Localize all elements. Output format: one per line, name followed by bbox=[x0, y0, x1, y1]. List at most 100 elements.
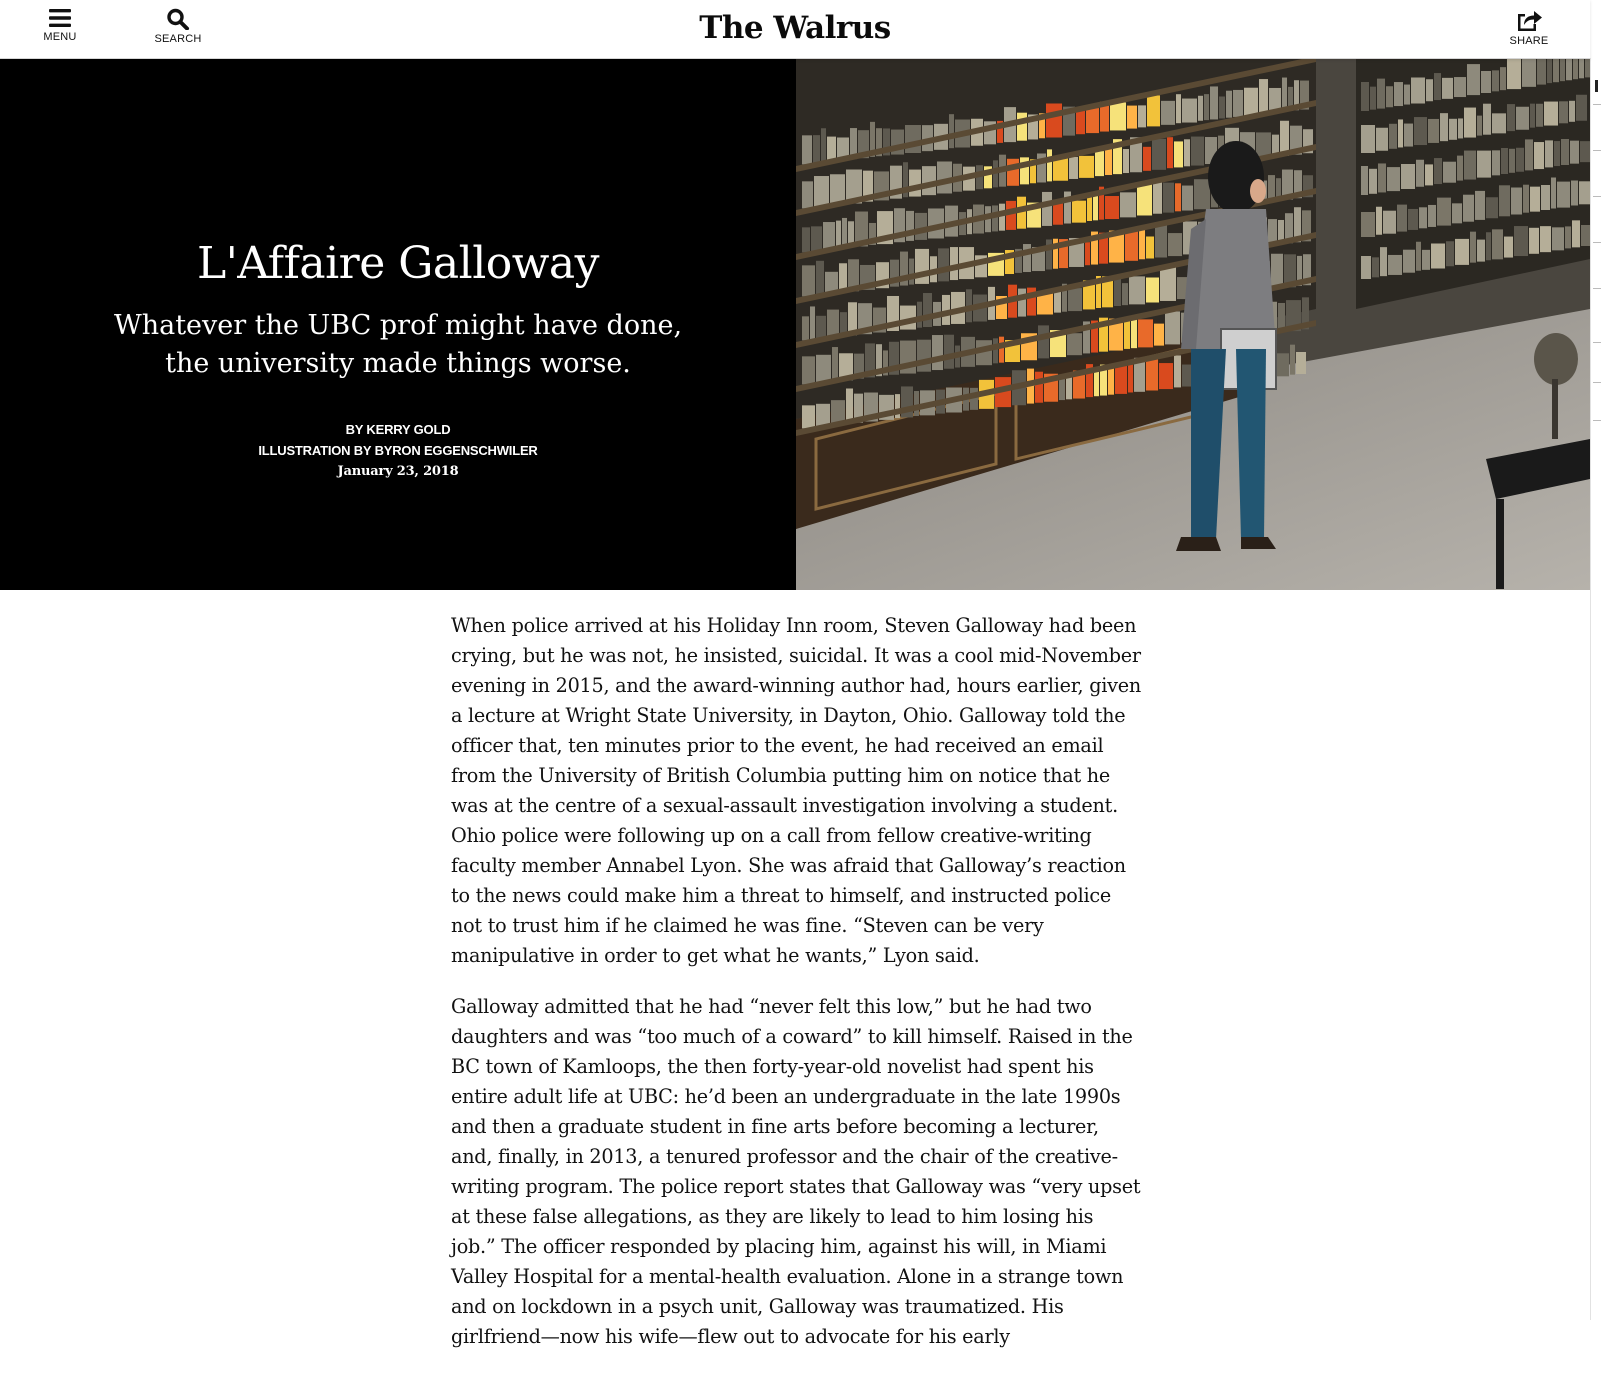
book-spine bbox=[1174, 141, 1183, 168]
book-spine bbox=[1380, 247, 1387, 277]
book-spine bbox=[1226, 90, 1232, 118]
book-spine bbox=[1017, 112, 1027, 141]
article-title: L'Affaire Galloway bbox=[196, 238, 600, 290]
book-spine bbox=[1397, 204, 1407, 232]
book-spine bbox=[1129, 276, 1145, 305]
book-spine bbox=[1492, 113, 1506, 134]
book-spine bbox=[938, 248, 949, 282]
book-spine bbox=[917, 339, 931, 372]
book-spine bbox=[1416, 159, 1424, 187]
book-spine bbox=[1067, 333, 1082, 356]
book-spine bbox=[1536, 103, 1543, 127]
book-spine bbox=[1523, 184, 1529, 213]
book-spine bbox=[1565, 226, 1571, 249]
book-spine bbox=[1570, 140, 1579, 164]
book-spine bbox=[1458, 118, 1463, 139]
book-spine bbox=[1511, 187, 1522, 215]
book-spine bbox=[1146, 358, 1158, 391]
book-spine bbox=[1571, 180, 1578, 206]
book-spine bbox=[1573, 59, 1578, 80]
book-spine bbox=[1440, 113, 1448, 142]
book-spine bbox=[1454, 77, 1466, 98]
book-spine bbox=[1046, 103, 1062, 138]
book-spine bbox=[1069, 156, 1078, 179]
book-spine bbox=[1566, 59, 1572, 81]
book-spine bbox=[1428, 204, 1436, 227]
book-spine bbox=[1425, 164, 1433, 186]
book-spine bbox=[1431, 243, 1445, 269]
book-spine bbox=[1443, 161, 1456, 183]
book-spine bbox=[1481, 71, 1491, 93]
book-spine bbox=[1383, 210, 1396, 234]
book-spine bbox=[1394, 82, 1403, 107]
share-button[interactable]: SHARE bbox=[1505, 8, 1553, 52]
book-spine bbox=[915, 212, 927, 240]
book-spine bbox=[1477, 115, 1482, 136]
book-spine bbox=[1569, 100, 1575, 122]
book-spine bbox=[999, 336, 1004, 363]
book-spine bbox=[1547, 59, 1552, 84]
book-spine bbox=[1580, 141, 1590, 163]
rail-divider bbox=[1593, 342, 1601, 343]
book-spine bbox=[1544, 101, 1558, 126]
book-spine bbox=[816, 315, 826, 339]
book-spine bbox=[1530, 186, 1540, 212]
book-spine bbox=[1486, 197, 1498, 219]
book-spine bbox=[1470, 231, 1476, 263]
book-spine bbox=[1007, 158, 1019, 186]
book-spine bbox=[992, 205, 998, 232]
site-logo[interactable]: The Walrus bbox=[699, 10, 891, 46]
book-spine bbox=[1457, 155, 1463, 181]
book-spine bbox=[1153, 180, 1162, 214]
book-spine bbox=[1404, 123, 1413, 147]
article-paragraph: When police arrived at his Holiday Inn r… bbox=[451, 614, 1141, 967]
book-spine bbox=[1483, 103, 1491, 135]
share-arrow-icon bbox=[1518, 11, 1542, 31]
book-spine bbox=[1138, 105, 1146, 128]
book-spine bbox=[1076, 109, 1085, 135]
book-spine bbox=[1525, 139, 1533, 171]
book-spine bbox=[1529, 227, 1539, 254]
book-spine bbox=[832, 347, 838, 382]
book-spine bbox=[1068, 288, 1082, 312]
book-spine bbox=[1175, 183, 1181, 212]
book-spine bbox=[1452, 203, 1462, 224]
book-spine bbox=[1419, 207, 1427, 229]
book-spine bbox=[1137, 184, 1152, 216]
book-spine bbox=[1198, 95, 1203, 121]
book-spine bbox=[1296, 352, 1306, 374]
book-spine bbox=[1530, 103, 1535, 128]
book-spine bbox=[1398, 119, 1403, 148]
book-spine bbox=[816, 260, 824, 295]
book-spine bbox=[1066, 376, 1072, 400]
book-spine bbox=[1561, 139, 1569, 165]
book-spine bbox=[1219, 96, 1225, 119]
book-spine bbox=[1194, 179, 1210, 210]
book-spine bbox=[1386, 86, 1393, 108]
book-spine bbox=[1377, 78, 1385, 109]
book-spine bbox=[1018, 288, 1026, 317]
author-byline[interactable]: BY KERRY GOLD bbox=[0, 419, 796, 440]
rail-glyph bbox=[1595, 80, 1598, 92]
book-spine bbox=[1552, 227, 1564, 251]
book-spine bbox=[1541, 185, 1550, 210]
book-spine bbox=[1167, 137, 1173, 169]
side-rail[interactable] bbox=[1590, 58, 1603, 1320]
rail-divider bbox=[1593, 196, 1601, 197]
book-spine bbox=[1372, 257, 1379, 278]
book-spine bbox=[1585, 59, 1590, 78]
book-spine bbox=[1492, 229, 1503, 260]
book-spine bbox=[1120, 192, 1136, 218]
book-spine bbox=[1463, 194, 1474, 222]
book-spine bbox=[1388, 254, 1402, 275]
book-spine bbox=[1370, 86, 1376, 110]
book-spine bbox=[1131, 318, 1137, 349]
book-spine bbox=[1204, 94, 1209, 121]
book-spine bbox=[1378, 163, 1386, 193]
book-spine bbox=[1434, 158, 1442, 185]
book-spine bbox=[909, 169, 921, 197]
book-spine bbox=[922, 166, 936, 196]
illustration-credit[interactable]: ILLUSTRATION BY BYRON EGGENSCHWILER bbox=[0, 440, 796, 461]
book-spine bbox=[1428, 118, 1439, 143]
hero-illustration bbox=[796, 59, 1590, 590]
